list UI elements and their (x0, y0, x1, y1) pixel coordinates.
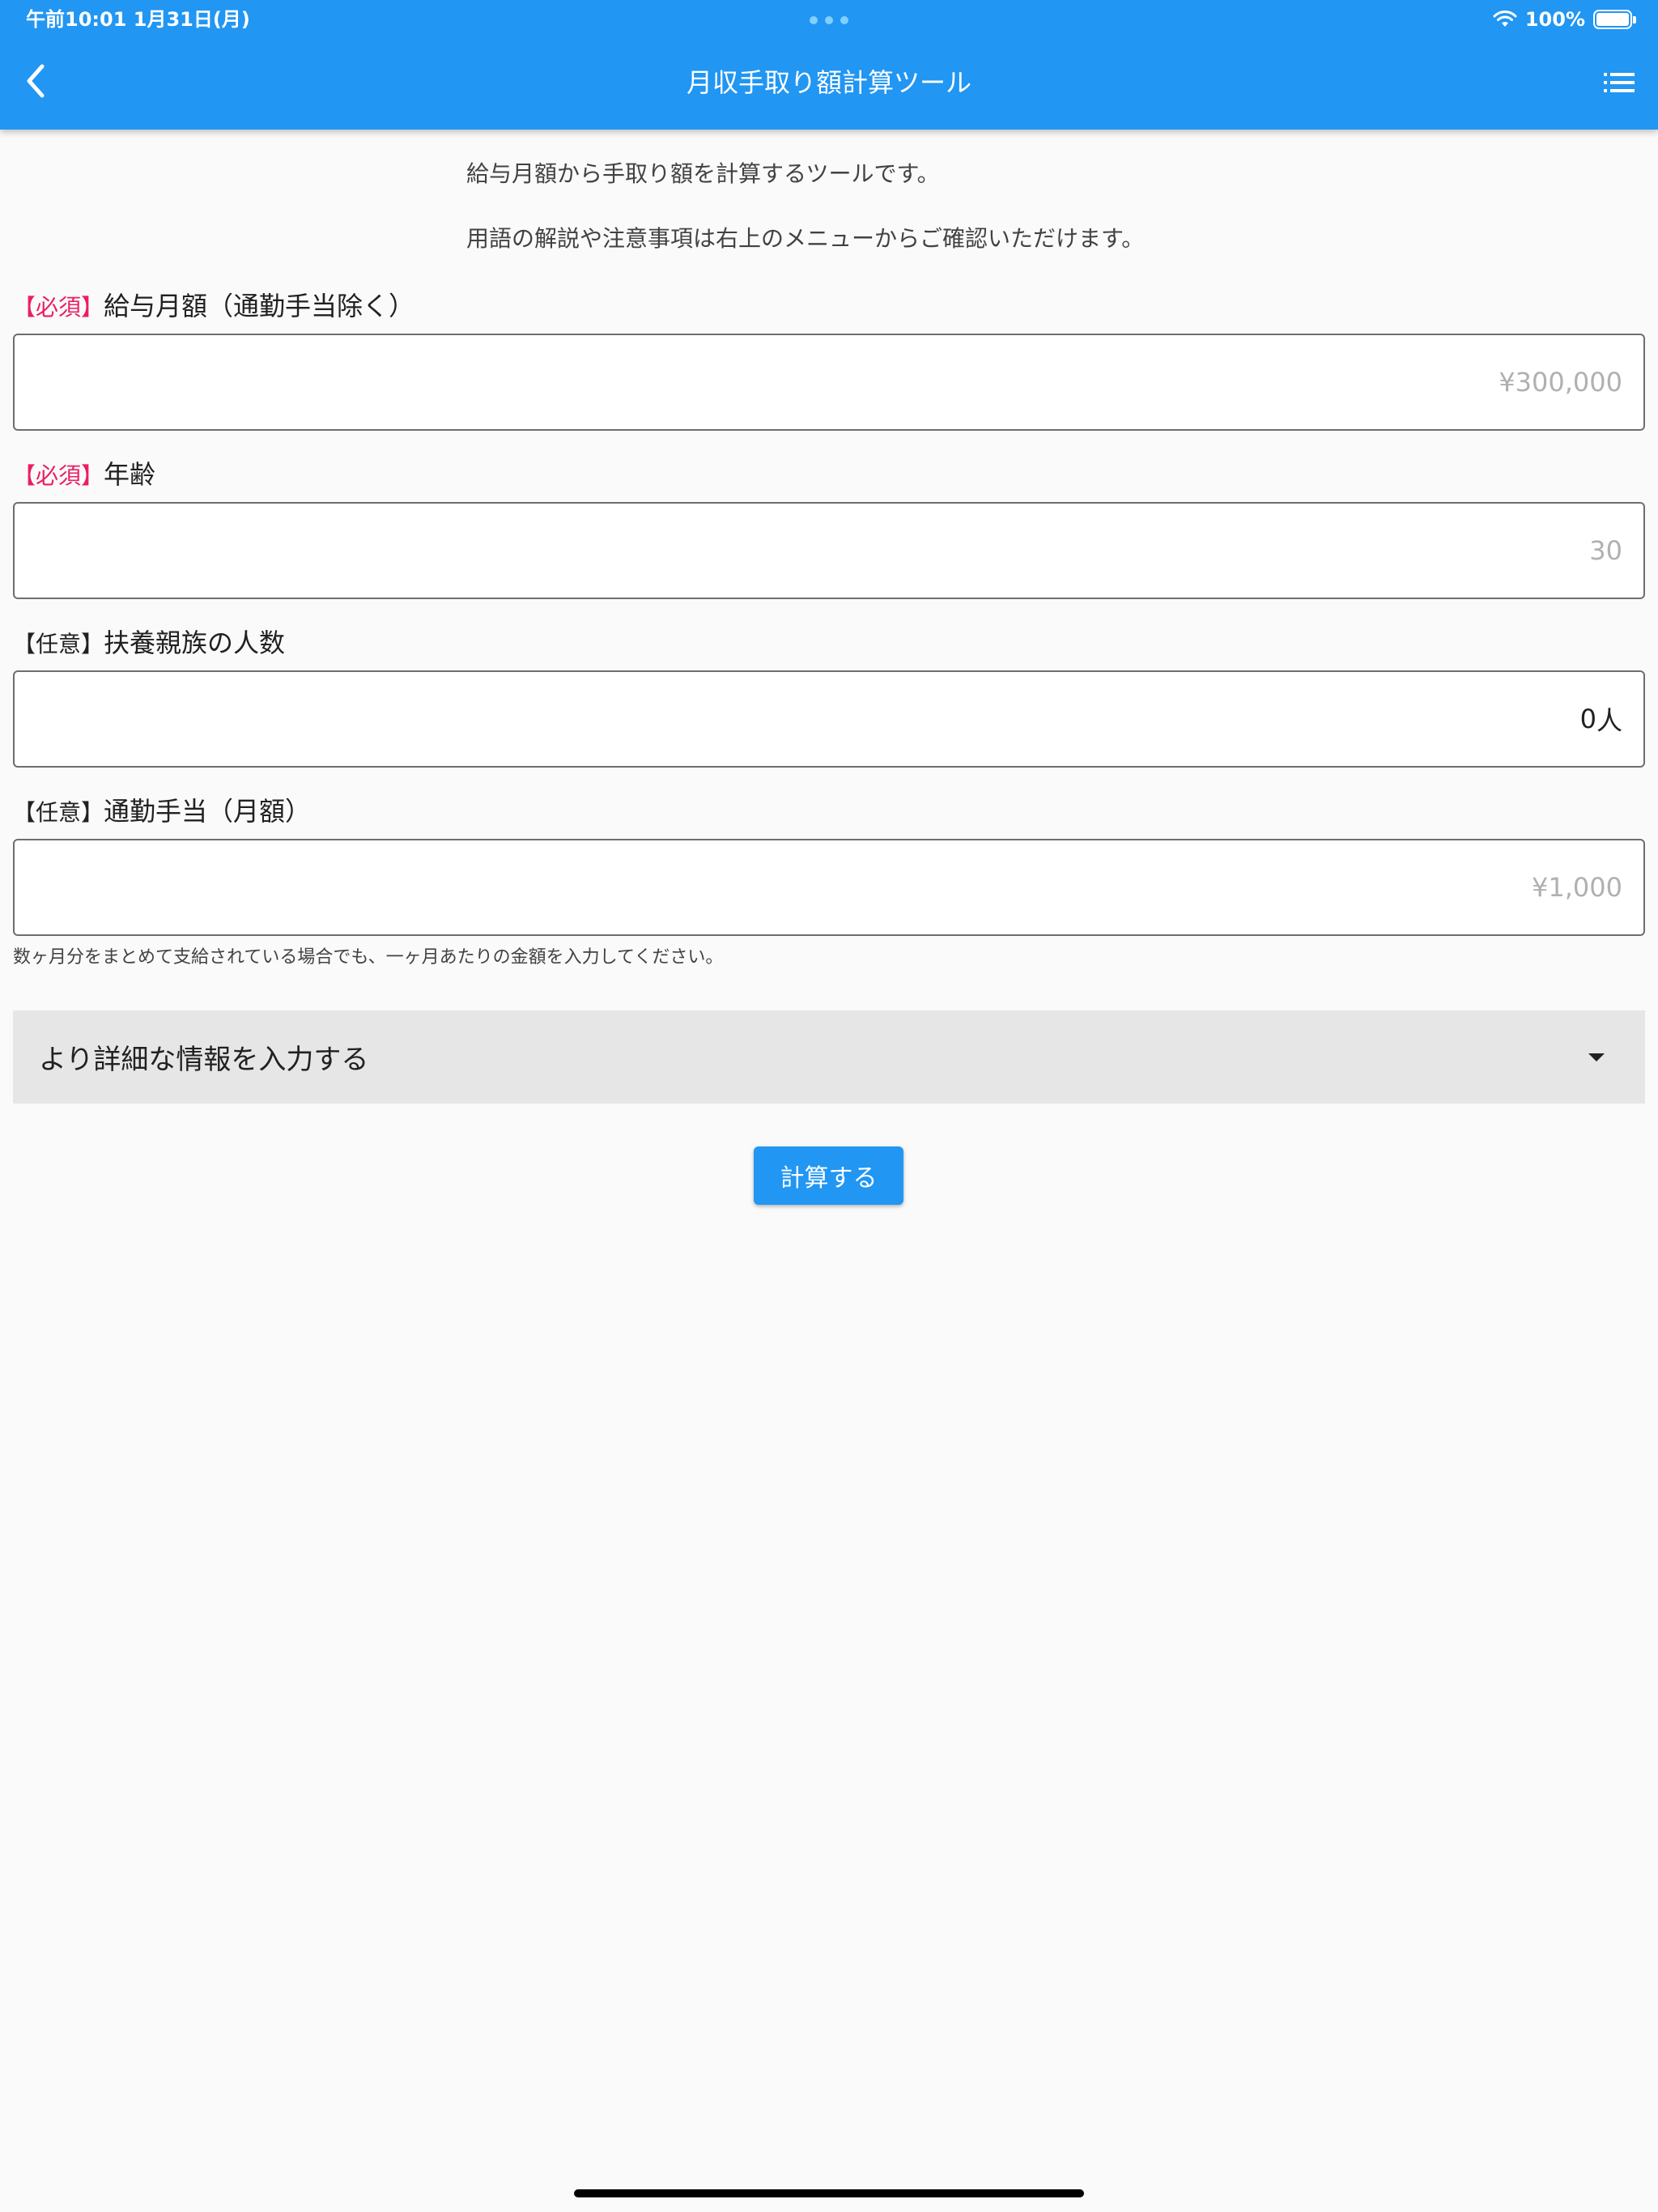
list-menu-icon (1604, 73, 1635, 92)
commute-input[interactable] (15, 840, 1643, 934)
wifi-icon (1493, 11, 1517, 27)
salary-label-text: 給与月額（通勤手当除く） (104, 291, 415, 321)
dependents-value[interactable]: 0人 (1580, 672, 1622, 766)
intro-line-1: 給与月額から手取り額を計算するツールです。 (466, 160, 940, 187)
intro-text: 給与月額から手取り額を計算するツールです。 用語の解説や注意事項は右上のメニュー… (466, 159, 1438, 254)
multitasking-dots-icon[interactable] (810, 16, 848, 24)
optional-tag: 【任意】 (13, 631, 104, 657)
dependents-unit: 人 (1596, 705, 1622, 736)
menu-button[interactable] (1600, 66, 1639, 99)
status-right: 100% (1493, 6, 1636, 32)
details-expander[interactable]: より詳細な情報を入力する (13, 1010, 1645, 1104)
commute-label-text: 通勤手当（月額） (104, 796, 312, 827)
salary-label: 【必須】給与月額（通勤手当除く） (13, 288, 414, 325)
dependents-label: 【任意】扶養親族の人数 (13, 625, 285, 662)
commute-helper-text: 数ヶ月分をまとめて支給されている場合でも、一ヶ月あたりの金額を入力してください。 (13, 947, 724, 968)
optional-tag: 【任意】 (13, 799, 104, 826)
page-title: 月収手取り額計算ツール (686, 67, 971, 98)
required-tag: 【必須】 (13, 294, 104, 321)
salary-field[interactable] (13, 334, 1645, 431)
home-indicator[interactable] (574, 2189, 1084, 2197)
details-expander-label: より詳細な情報を入力する (39, 1044, 369, 1076)
status-time: 午前10:01 1月31日(月) (26, 8, 250, 31)
dependents-number: 0 (1579, 704, 1596, 734)
age-input[interactable] (15, 504, 1643, 598)
battery-icon (1593, 10, 1636, 29)
caret-down-icon (1588, 1053, 1605, 1061)
age-field[interactable] (13, 502, 1645, 599)
battery-percent: 100% (1524, 8, 1585, 31)
intro-line-2: 用語の解説や注意事項は右上のメニューからご確認いただけます。 (466, 225, 1145, 252)
dependents-field[interactable]: 0人 (13, 670, 1645, 768)
app-header: 午前10:01 1月31日(月) 100% 月収手取り額計算ツール (0, 0, 1658, 130)
dependents-label-text: 扶養親族の人数 (104, 627, 286, 658)
calculate-button[interactable]: 計算する (754, 1146, 903, 1205)
salary-input[interactable] (15, 335, 1643, 429)
age-label: 【必須】年齢 (13, 457, 155, 494)
commute-label: 【任意】通勤手当（月額） (13, 793, 311, 831)
commute-field[interactable] (13, 839, 1645, 936)
age-label-text: 年齢 (104, 459, 156, 490)
required-tag: 【必須】 (13, 462, 104, 489)
